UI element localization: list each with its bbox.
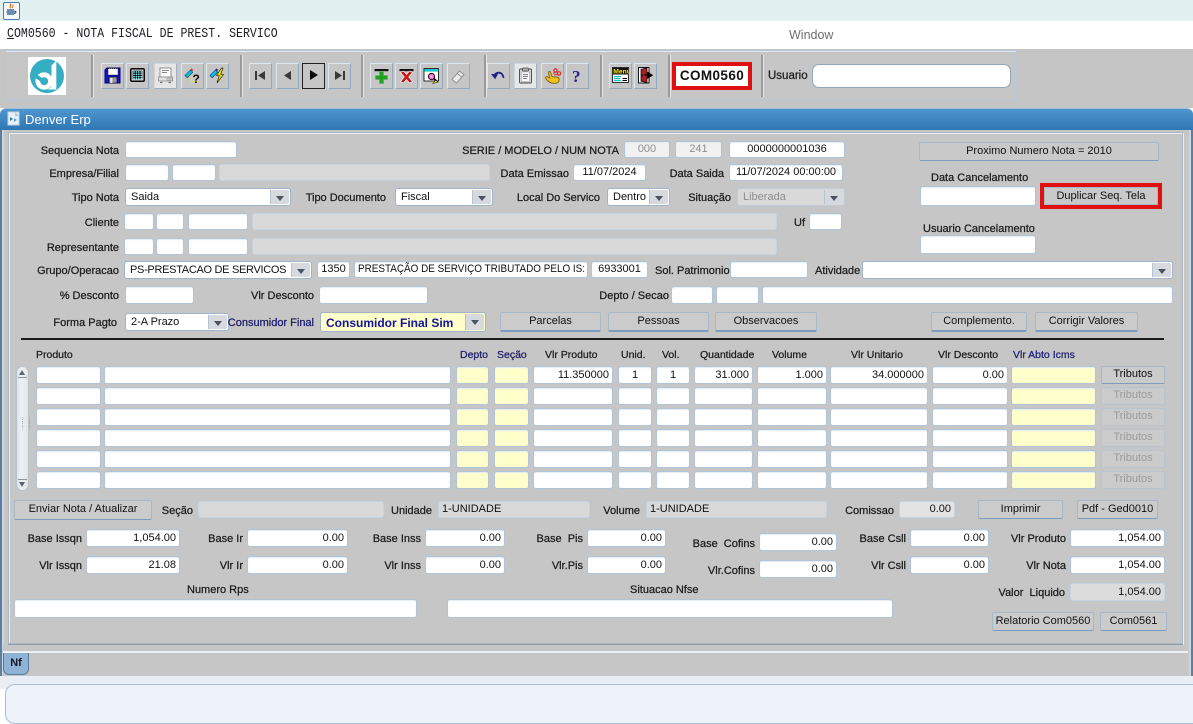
svg-text:Menu: Menu <box>613 69 629 76</box>
svg-text:?: ? <box>572 67 581 84</box>
svg-text:?: ? <box>193 72 200 84</box>
